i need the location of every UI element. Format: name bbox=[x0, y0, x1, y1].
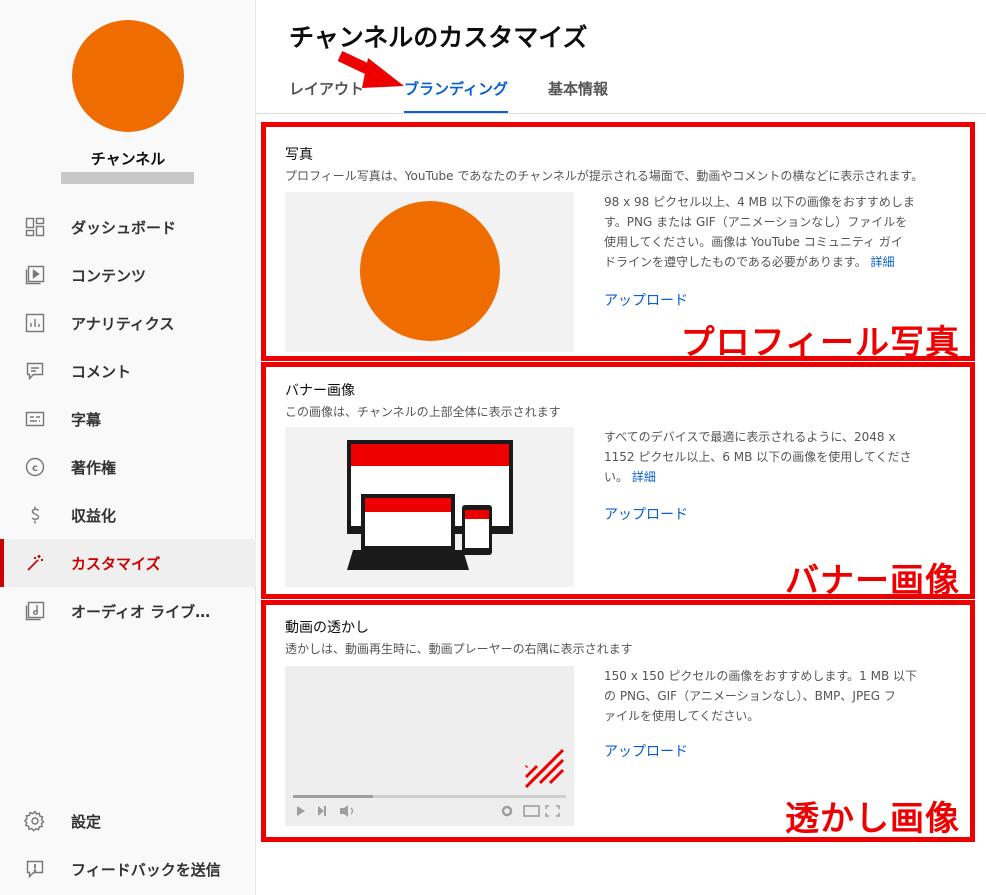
info-line: ァイルを使用してください。 bbox=[604, 709, 760, 723]
channel-avatar[interactable] bbox=[72, 20, 184, 132]
section-description: プロフィール写真は、YouTube であなたのチャンネルが提示される場面で、動画… bbox=[285, 169, 924, 183]
section-description: この画像は、チャンネルの上部全体に表示されます bbox=[285, 405, 561, 419]
info-line: い。 詳細 bbox=[604, 470, 656, 484]
profile-photo-circle bbox=[360, 201, 500, 341]
annotation-arrow-icon bbox=[337, 51, 404, 88]
profile-photo-preview bbox=[285, 192, 574, 352]
copyright-icon: c bbox=[24, 456, 46, 478]
sidebar-item-label: フィードバックを送信 bbox=[71, 860, 221, 879]
section-banner-image: バナー画像 この画像は、チャンネルの上部全体に表示されます すべてのデバイスで最… bbox=[261, 362, 975, 601]
sidebar-item-monetization[interactable]: 収益化 bbox=[0, 491, 256, 539]
subtitles-icon bbox=[24, 408, 46, 430]
sidebar-nav: ダッシュボード コンテンツ アナリティクス コメント 字幕 c 著作権 収益化 … bbox=[0, 203, 256, 635]
watermark-preview bbox=[285, 666, 574, 826]
upload-button[interactable]: アップロード bbox=[604, 290, 688, 310]
sidebar-item-label: 収益化 bbox=[71, 506, 117, 525]
sidebar-item-analytics[interactable]: アナリティクス bbox=[0, 299, 256, 347]
section-title: 動画の透かし bbox=[285, 620, 369, 636]
sidebar: チャンネル ダッシュボード コンテンツ アナリティクス コメント 字幕 c 著作… bbox=[0, 0, 256, 895]
learn-more-link[interactable]: 詳細 bbox=[632, 470, 656, 484]
info-line: 150 x 150 ピクセルの画像をおすすめします。1 MB 以下 bbox=[604, 669, 918, 683]
video-player-illustration bbox=[293, 748, 566, 817]
info-line: す。PNG または GIF（アニメーションなし）ファイルを bbox=[604, 215, 908, 229]
learn-more-link[interactable]: 詳細 bbox=[871, 255, 895, 269]
sidebar-item-label: コンテンツ bbox=[71, 266, 147, 285]
banner-info: すべてのデバイスで最適に表示されるように、2048 x 1152 ピクセル以上、… bbox=[604, 427, 944, 487]
sidebar-item-label: 著作権 bbox=[71, 458, 117, 477]
feedback-icon bbox=[24, 858, 46, 880]
sidebar-item-label: コメント bbox=[71, 362, 132, 381]
info-line: すべてのデバイスで最適に表示されるように、2048 x bbox=[604, 430, 896, 444]
sidebar-item-settings[interactable]: 設定 bbox=[0, 797, 256, 845]
svg-text:c: c bbox=[32, 463, 38, 474]
channel-name: チャンネル bbox=[90, 150, 166, 168]
sidebar-item-label: 字幕 bbox=[71, 410, 102, 429]
upload-button[interactable]: アップロード bbox=[604, 504, 688, 524]
sidebar-item-customization[interactable]: カスタマイズ bbox=[0, 539, 256, 587]
tab-basic-info[interactable]: 基本情報 bbox=[548, 70, 608, 114]
banner-preview bbox=[285, 427, 574, 587]
sidebar-item-dashboard[interactable]: ダッシュボード bbox=[0, 203, 256, 251]
annotation-label: 透かし画像 bbox=[785, 799, 960, 839]
dollar-icon bbox=[24, 504, 46, 526]
sidebar-item-copyright[interactable]: c 著作権 bbox=[0, 443, 256, 491]
section-title: バナー画像 bbox=[285, 383, 355, 399]
magic-wand-icon bbox=[24, 552, 46, 574]
upload-button[interactable]: アップロード bbox=[604, 741, 688, 761]
sidebar-item-feedback[interactable]: フィードバックを送信 bbox=[0, 845, 256, 893]
sidebar-item-subtitles[interactable]: 字幕 bbox=[0, 395, 256, 443]
tabs-divider bbox=[256, 113, 986, 114]
analytics-icon bbox=[24, 312, 46, 334]
info-line: 1152 ピクセル以上、6 MB 以下の画像を使用してくださ bbox=[604, 450, 912, 464]
info-line: ドラインを遵守したものである必要があります。 詳細 bbox=[604, 255, 895, 269]
profile-photo-info: 98 x 98 ピクセル以上、4 MB 以下の画像をおすすめしま す。PNG ま… bbox=[604, 192, 944, 272]
sidebar-item-label: アナリティクス bbox=[71, 314, 175, 333]
audio-library-icon bbox=[24, 600, 46, 622]
info-line: の PNG、GIF（アニメーションなし）、BMP、JPEG フ bbox=[604, 689, 896, 703]
comment-icon bbox=[24, 360, 46, 382]
sidebar-item-label: 設定 bbox=[71, 812, 102, 831]
devices-illustration bbox=[347, 440, 513, 570]
section-profile-photo: 写真 プロフィール写真は、YouTube であなたのチャンネルが提示される場面で… bbox=[261, 122, 975, 363]
sidebar-item-label: カスタマイズ bbox=[71, 554, 161, 573]
section-title: 写真 bbox=[285, 147, 313, 163]
annotation-label: プロフィール写真 bbox=[680, 323, 960, 363]
section-description: 透かしは、動画再生時に、動画プレーヤーの右隅に表示されます bbox=[285, 642, 633, 656]
sidebar-item-label: ダッシュボード bbox=[71, 218, 177, 237]
sidebar-item-label: オーディオ ライブ… bbox=[71, 602, 211, 621]
sidebar-item-comments[interactable]: コメント bbox=[0, 347, 256, 395]
sidebar-bottom-nav: 設定 フィードバックを送信 bbox=[0, 797, 256, 893]
sidebar-item-audio-library[interactable]: オーディオ ライブ… bbox=[0, 587, 256, 635]
gear-icon bbox=[24, 810, 46, 832]
watermark-info: 150 x 150 ピクセルの画像をおすすめします。1 MB 以下 の PNG、… bbox=[604, 666, 944, 726]
channel-handle-redacted bbox=[61, 172, 194, 184]
sidebar-item-content[interactable]: コンテンツ bbox=[0, 251, 256, 299]
dashboard-icon bbox=[24, 216, 46, 238]
section-video-watermark: 動画の透かし 透かしは、動画再生時に、動画プレーヤーの右隅に表示されます 150… bbox=[261, 600, 975, 842]
info-line: 98 x 98 ピクセル以上、4 MB 以下の画像をおすすめしま bbox=[604, 195, 915, 209]
annotation-label: バナー画像 bbox=[785, 561, 960, 601]
content-icon bbox=[24, 264, 46, 286]
tab-branding[interactable]: ブランディング bbox=[404, 70, 508, 114]
info-line: 使用してください。画像は YouTube コミュニティ ガイ bbox=[604, 235, 903, 249]
